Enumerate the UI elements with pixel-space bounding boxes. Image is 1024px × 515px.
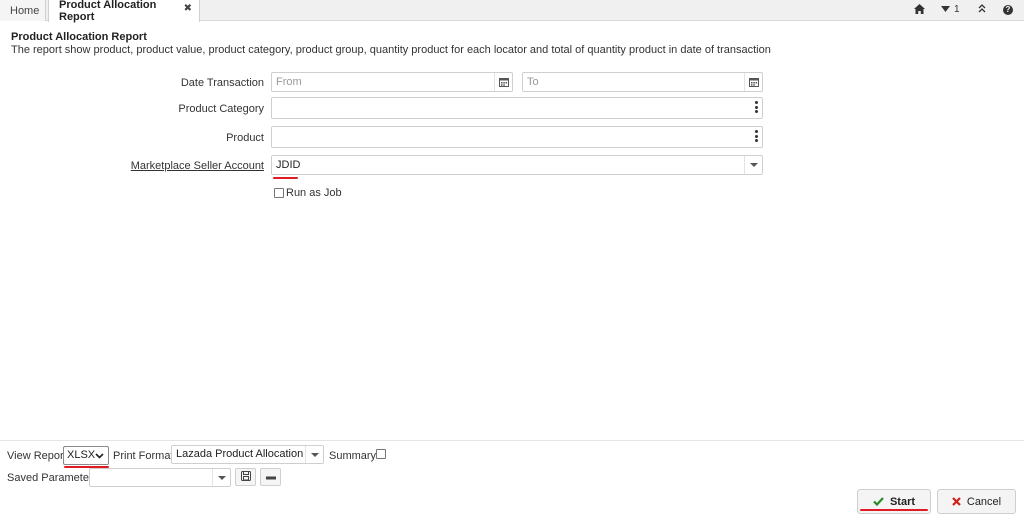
view-report-label: View Report — [7, 450, 67, 462]
close-tab-icon[interactable]: ✖ — [184, 3, 192, 14]
view-report-value: XLSX — [67, 449, 96, 461]
more-options-icon[interactable] — [754, 101, 758, 113]
chevron-down-icon[interactable] — [744, 156, 762, 174]
delete-parameters-button[interactable] — [260, 468, 281, 486]
highlight-underline — [273, 177, 298, 179]
tab-home[interactable]: Home — [0, 0, 46, 21]
chevron-down-icon[interactable] — [305, 446, 323, 463]
divider — [0, 440, 1024, 441]
product-field[interactable] — [271, 126, 763, 148]
save-parameters-button[interactable] — [235, 468, 256, 486]
tab-active-label: Product Allocation Report — [59, 0, 157, 23]
run-as-job-checkbox[interactable] — [274, 188, 284, 198]
date-from-field[interactable]: From — [271, 72, 513, 92]
date-from-placeholder: From — [276, 76, 302, 88]
tab-bar: Home Product Allocation Report ✖ 1 ? — [0, 0, 1024, 23]
chevron-down-icon — [95, 451, 104, 461]
print-format-value: Lazada Product Allocation Re — [176, 448, 321, 460]
notification-count[interactable]: 1 — [954, 4, 960, 15]
chevron-down-icon[interactable] — [212, 469, 230, 486]
tab-product-allocation-report[interactable]: Product Allocation Report ✖ — [48, 0, 200, 23]
print-format-label: Print Format — [113, 450, 174, 462]
notification-dropdown-icon[interactable] — [941, 5, 950, 16]
help-icon[interactable]: ? — [1003, 4, 1013, 15]
highlight-underline — [860, 509, 928, 511]
report-description: The report show product, product value, … — [11, 44, 771, 56]
calendar-icon[interactable] — [494, 73, 512, 91]
print-format-select[interactable]: Lazada Product Allocation Re — [171, 445, 324, 464]
tab-home-label: Home — [10, 4, 40, 17]
checkmark-icon — [873, 497, 884, 506]
x-icon — [952, 497, 961, 506]
marketplace-seller-account-select[interactable]: JDID — [271, 155, 763, 175]
cancel-button[interactable]: Cancel — [937, 489, 1016, 514]
home-icon[interactable] — [914, 4, 925, 17]
view-report-select[interactable]: XLSX — [63, 446, 109, 465]
marketplace-seller-account-label[interactable]: Marketplace Seller Account — [64, 160, 264, 172]
product-category-label: Product Category — [178, 103, 264, 115]
double-chevron-up-icon[interactable] — [978, 3, 986, 16]
cancel-button-label: Cancel — [966, 495, 1002, 508]
date-to-field[interactable]: To — [522, 72, 763, 92]
report-title: Product Allocation Report — [11, 31, 147, 43]
start-button-label: Start — [889, 495, 916, 508]
summary-label: Summary — [329, 450, 377, 462]
product-label: Product — [226, 132, 264, 144]
date-transaction-label: Date Transaction — [180, 77, 264, 89]
calendar-icon[interactable] — [744, 73, 762, 91]
date-to-placeholder: To — [527, 76, 539, 88]
summary-checkbox[interactable] — [376, 449, 386, 459]
saved-parameters-label: Saved Parameters — [7, 472, 99, 484]
product-category-field[interactable] — [271, 97, 763, 119]
saved-parameters-combobox[interactable] — [89, 468, 231, 487]
floppy-disk-icon — [240, 470, 251, 484]
run-as-job-label: Run as Job — [286, 187, 342, 199]
more-options-icon[interactable] — [754, 130, 758, 142]
minus-icon — [265, 471, 276, 483]
marketplace-seller-account-value: JDID — [276, 159, 301, 171]
